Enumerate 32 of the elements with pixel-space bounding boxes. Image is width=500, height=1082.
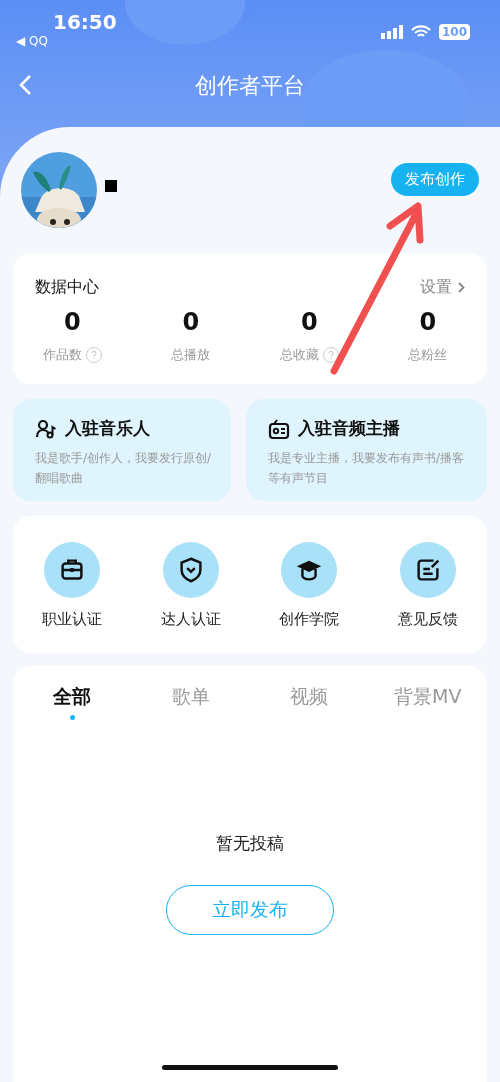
redaction-mark xyxy=(105,180,117,192)
empty-message: 暂无投稿 xyxy=(216,832,284,855)
stat-label: 总粉丝 xyxy=(408,346,448,364)
settings-link[interactable]: 设置 xyxy=(420,277,465,298)
chevron-icon xyxy=(458,282,465,293)
battery-level: 100 xyxy=(438,24,470,40)
page-title: 创作者平台 xyxy=(195,72,305,100)
back-icon[interactable] xyxy=(18,74,32,96)
stat-value: 0 xyxy=(419,308,437,336)
tab[interactable]: 全部 xyxy=(13,684,132,720)
stat-label: 总收藏 xyxy=(279,346,319,364)
signal-icon xyxy=(380,25,403,39)
stat-value: 0 xyxy=(182,308,200,336)
shortcut-label[interactable]: 创作学院 xyxy=(279,610,340,629)
person-note-icon xyxy=(35,417,58,440)
section-title: 数据中心 xyxy=(35,277,99,298)
shortcut-label[interactable]: 职业认证 xyxy=(42,610,103,629)
radio-icon xyxy=(268,417,291,440)
join-card[interactable]: 入驻音乐人 我是歌手/创作人，我要发行原创/翻唱歌曲 xyxy=(13,399,231,501)
card-title: 入驻音频主播 xyxy=(298,417,400,440)
stat-value: 0 xyxy=(300,308,318,336)
shortcut-label[interactable]: 意见反馈 xyxy=(397,610,458,629)
wifi-icon xyxy=(410,25,431,39)
stat-label: 总播放 xyxy=(171,346,211,364)
status-time: 16:50 xyxy=(53,10,117,34)
stat-label: 作品数 xyxy=(42,346,82,364)
card-description: 我是专业主播，我要发布有声书/播客等有声节目 xyxy=(268,450,466,487)
card-description: 我是歌手/创作人，我要发行原创/翻唱歌曲 xyxy=(35,450,213,487)
join-card[interactable]: 入驻音频主播 我是专业主播，我要发布有声书/播客等有声节目 xyxy=(246,399,487,501)
stat-value: 0 xyxy=(63,308,81,336)
shortcut-label[interactable]: 达人认证 xyxy=(160,610,221,629)
card-title: 入驻音乐人 xyxy=(65,417,150,440)
